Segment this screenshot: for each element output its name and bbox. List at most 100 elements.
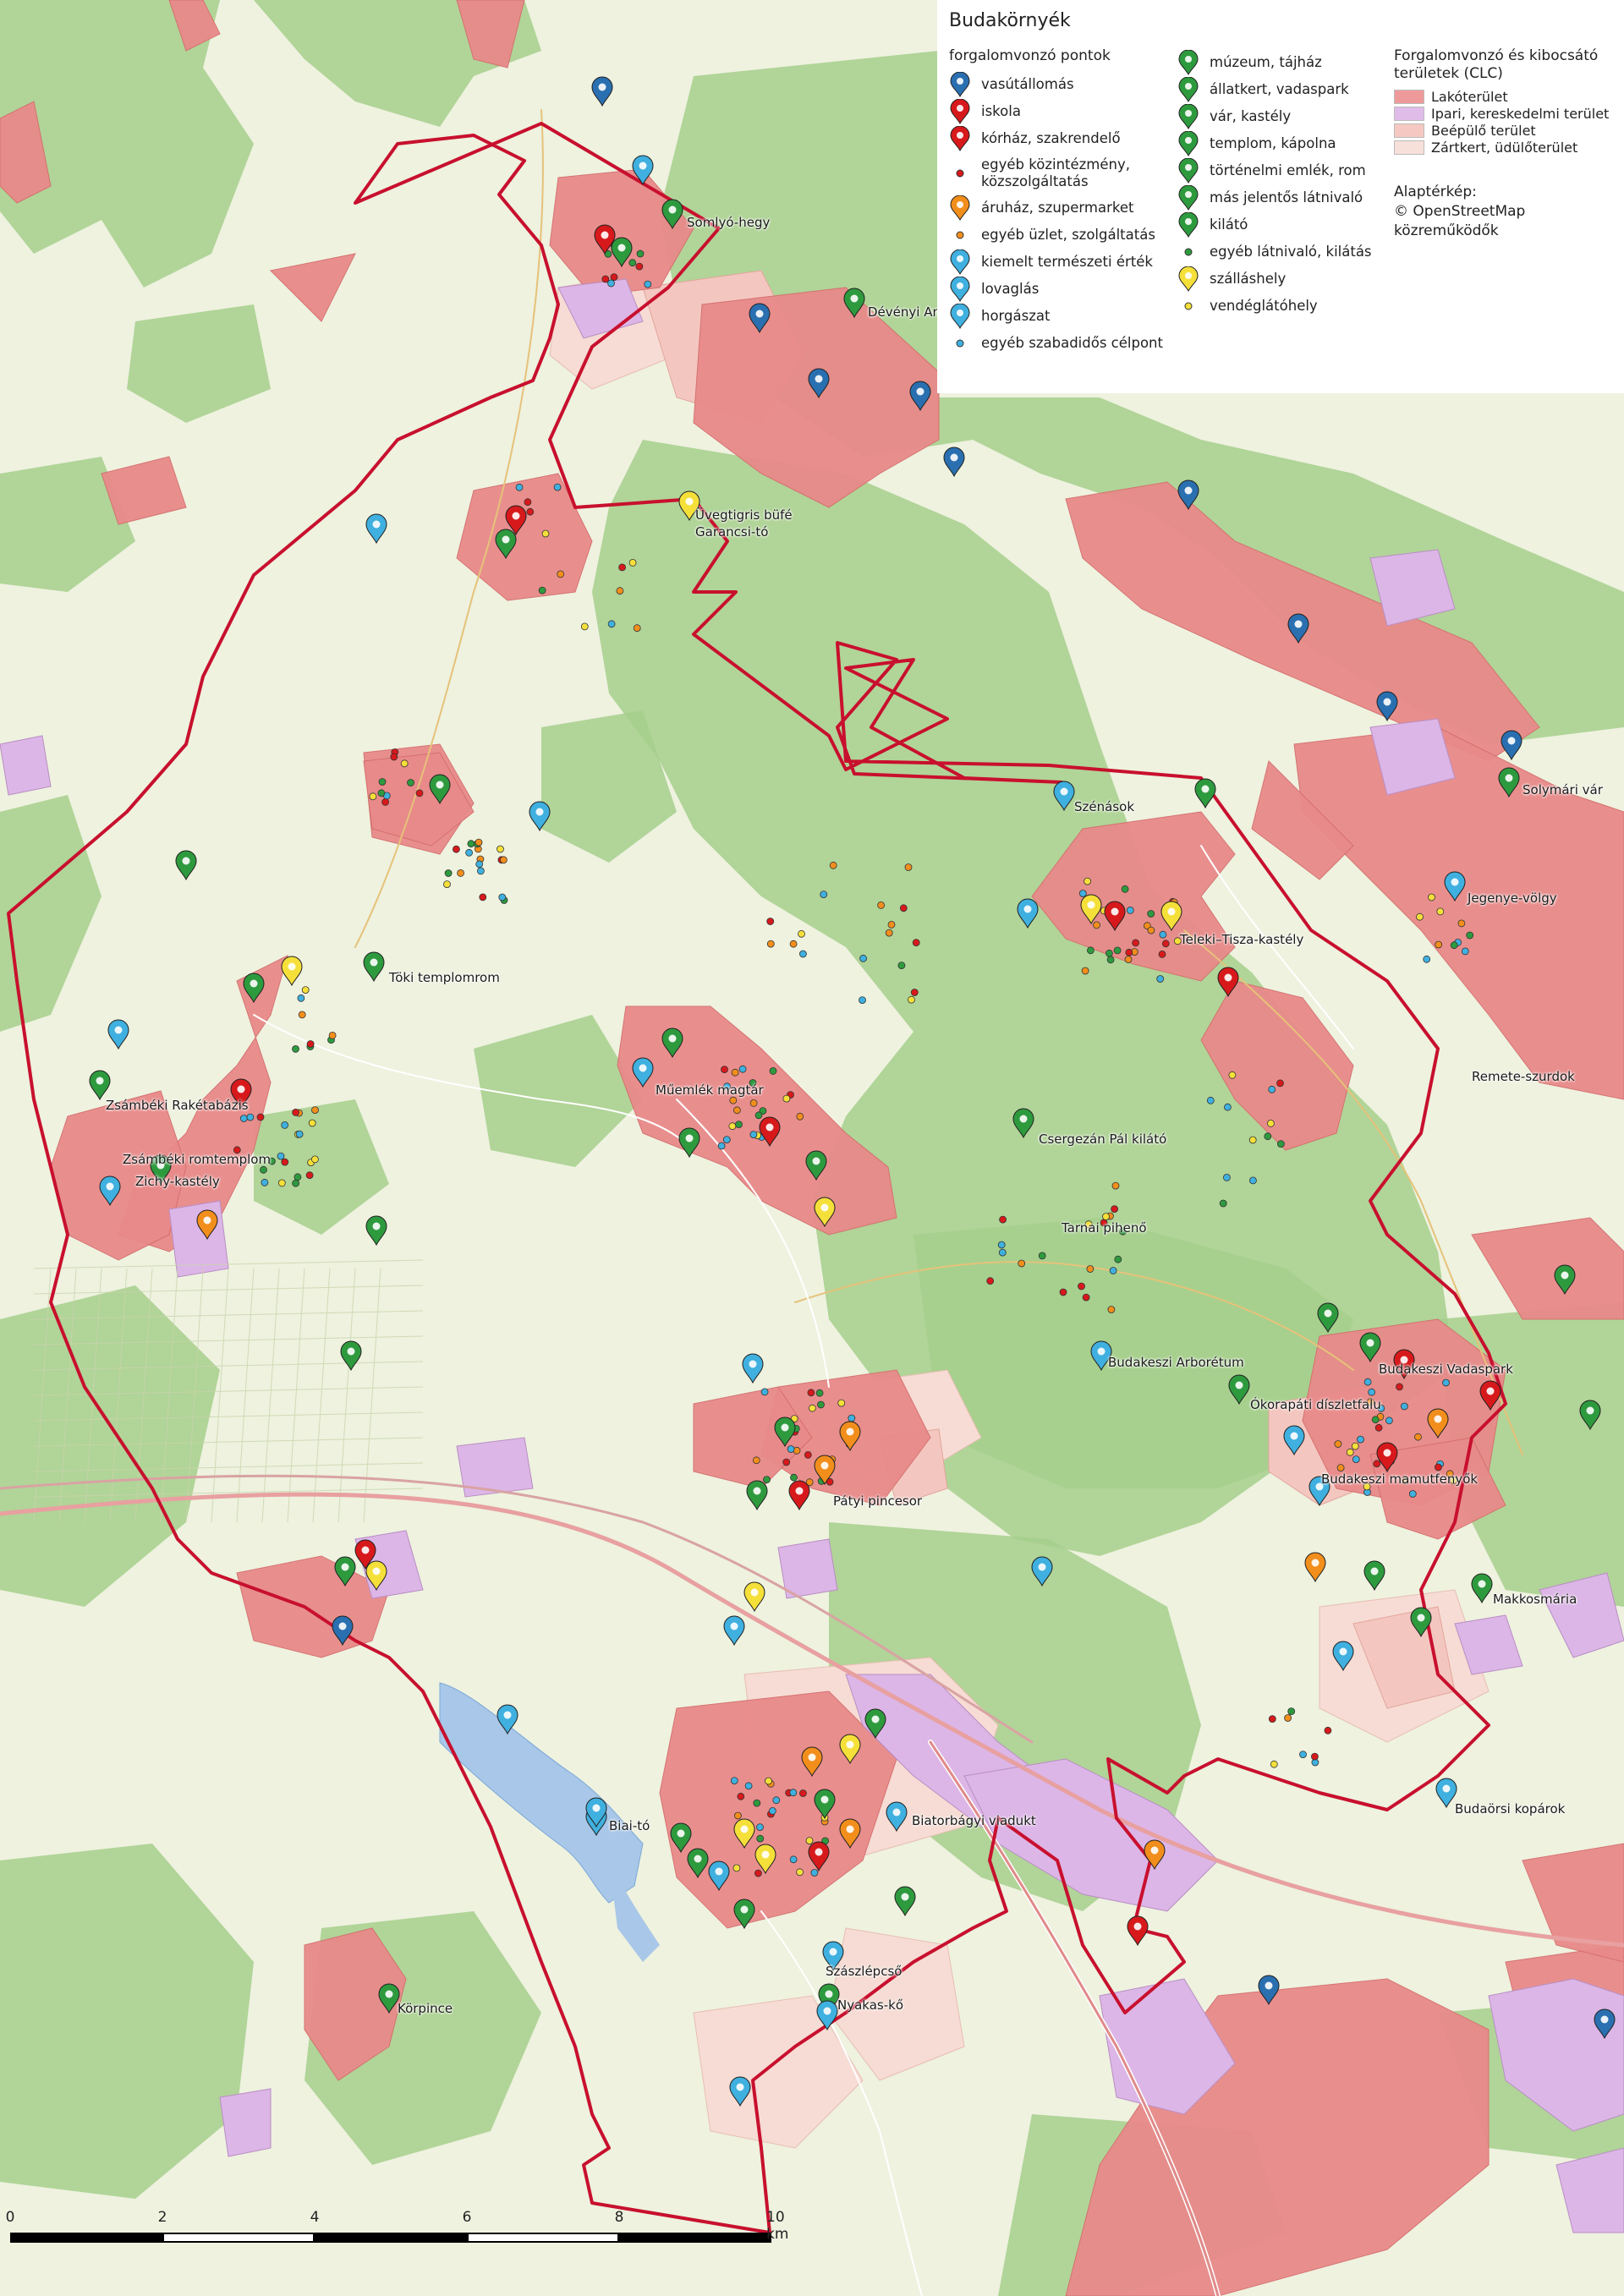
poi-dot	[310, 1155, 319, 1164]
church-pin[interactable]	[365, 1215, 387, 1247]
accommodation-pin[interactable]	[743, 1581, 765, 1613]
poi-dot	[443, 880, 451, 888]
pin-glyph	[601, 231, 609, 239]
poi-dot	[260, 1165, 267, 1174]
poi-dot	[1132, 939, 1139, 947]
pin-glyph	[288, 962, 296, 971]
monument-pin[interactable]	[340, 1340, 362, 1372]
poi-dot	[644, 280, 652, 288]
railway-station-pin[interactable]	[943, 447, 965, 478]
poi-dot	[732, 1864, 741, 1872]
pin-glyph	[846, 1825, 854, 1833]
forest-area	[0, 795, 102, 1032]
pin-glyph	[1505, 774, 1513, 782]
church-pin[interactable]	[175, 850, 197, 881]
poi-dot	[908, 995, 915, 1004]
poi-dot	[782, 1094, 791, 1103]
poi-dot	[749, 1131, 758, 1138]
pin-glyph	[668, 205, 677, 214]
poi-dot	[810, 1869, 819, 1877]
poi-dot	[295, 1130, 304, 1138]
pin-glyph	[1451, 878, 1459, 886]
railway-station-pin[interactable]	[1501, 730, 1522, 761]
nature-pin[interactable]	[1435, 1778, 1457, 1809]
railway-station-pin[interactable]	[591, 76, 613, 107]
poi-dot	[1147, 926, 1155, 934]
nature-pin[interactable]	[723, 1615, 745, 1647]
fishing-pin[interactable]	[107, 1019, 129, 1050]
poi-dot	[328, 1032, 337, 1039]
poi-dot	[1457, 919, 1466, 928]
pin-shape	[894, 1886, 916, 1917]
field-line	[363, 1268, 381, 1523]
pin-glyph	[795, 1487, 804, 1495]
legend-item: állatkert, vadaspark	[1176, 76, 1372, 103]
basemap-credit-line-1: © OpenStreetMap	[1394, 203, 1526, 220]
poi-dot	[1277, 1140, 1285, 1148]
poi-dot	[1102, 1213, 1110, 1220]
poi-dot	[829, 861, 837, 869]
place-label: Makkosmária	[1493, 1592, 1577, 1607]
scale-tick-label: 8	[614, 2209, 624, 2226]
poi-dot	[769, 1067, 777, 1075]
accommodation-pin[interactable]	[281, 956, 303, 987]
church-pin[interactable]	[746, 1480, 768, 1511]
pin-glyph	[1442, 1784, 1451, 1793]
legend-item-label: kilátó	[1210, 216, 1248, 233]
clc-swatch	[1394, 89, 1424, 104]
poi-dot	[1223, 1174, 1231, 1181]
poi-dot	[1268, 1085, 1276, 1093]
forest-area	[127, 304, 271, 423]
church-pin[interactable]	[1363, 1560, 1385, 1592]
pin-glyph	[808, 1753, 816, 1762]
pin-glyph	[812, 1157, 820, 1165]
restaurant-dot-icon	[1184, 302, 1193, 310]
poi-dot	[298, 1011, 306, 1019]
pin-glyph	[1097, 1347, 1106, 1356]
legend-item-label: történelmi emlék, rom	[1210, 162, 1366, 178]
viewpoint-pin[interactable]	[1194, 778, 1216, 809]
hospital-icon	[950, 126, 970, 151]
poi-dot	[390, 753, 398, 761]
poi-dot	[1219, 1199, 1227, 1208]
poi-dot	[1038, 1252, 1046, 1260]
poi-dot	[277, 1152, 285, 1160]
horse-riding-pin[interactable]	[365, 513, 387, 545]
pin-glyph	[781, 1423, 789, 1432]
place-label: Teleki–Tisza-kastély	[1180, 932, 1304, 947]
place-label: Üvegtigris büfé	[695, 507, 793, 523]
horse-riding-pin[interactable]	[742, 1353, 764, 1384]
place-label: Szénások	[1074, 799, 1135, 814]
poi-dot	[308, 1119, 316, 1127]
school-pin[interactable]	[788, 1480, 810, 1511]
poi-dot	[904, 863, 913, 871]
poi-dot	[765, 1777, 772, 1785]
pin-glyph	[694, 1855, 702, 1863]
poi-dot	[1086, 1265, 1095, 1273]
place-label: Műemlék magtár	[656, 1082, 764, 1098]
place-label: Zichy-kastély	[135, 1174, 220, 1189]
church-pin[interactable]	[1471, 1573, 1493, 1604]
scale-tick-label: 2	[157, 2209, 167, 2226]
scale-segment	[619, 2233, 771, 2243]
poi-dot	[1351, 1442, 1359, 1450]
poi-dot	[1435, 940, 1443, 949]
pin-glyph	[1019, 1115, 1028, 1123]
supermarket-pin[interactable]	[1304, 1552, 1326, 1583]
poi-dot	[722, 1136, 731, 1143]
poi-dot	[1078, 890, 1087, 897]
poi-dot	[1284, 1714, 1292, 1722]
poi-dot	[378, 778, 387, 786]
clc-swatch	[1394, 106, 1424, 121]
pin-shape	[1501, 730, 1522, 761]
poi-dot	[728, 1122, 737, 1131]
monument-pin[interactable]	[363, 951, 385, 983]
poi-dot	[377, 789, 386, 797]
museum-pin[interactable]	[894, 1886, 916, 1917]
pin-glyph	[592, 1804, 601, 1812]
museum-pin[interactable]	[89, 1070, 111, 1101]
pin-glyph	[825, 1990, 833, 1998]
pin-glyph	[502, 535, 510, 544]
poi-dot	[887, 921, 896, 929]
school-pin[interactable]	[1127, 1915, 1149, 1947]
